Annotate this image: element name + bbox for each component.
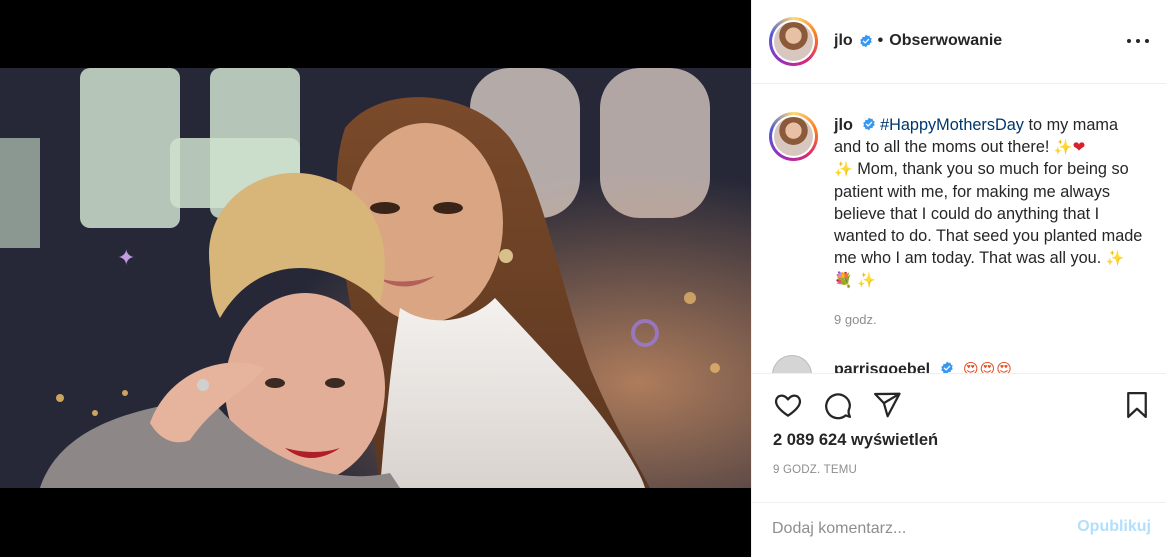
caption-timestamp[interactable]: 9 godz. bbox=[834, 312, 877, 327]
post-caption: jlo #HappyMothersDay to my mama and to a… bbox=[834, 114, 1144, 292]
bookmark-icon[interactable] bbox=[1120, 388, 1154, 422]
comment-input[interactable] bbox=[772, 516, 1062, 542]
hashtag-link[interactable]: #HappyMothersDay bbox=[880, 116, 1024, 134]
post-timestamp[interactable]: 9 GODZ. TEMU bbox=[773, 464, 857, 476]
post-actions: 2 089 624 wyświetleń 9 GODZ. TEMU bbox=[752, 373, 1166, 502]
post-media[interactable]: ✦ bbox=[0, 0, 751, 557]
caption-author-avatar[interactable] bbox=[769, 112, 818, 161]
share-icon[interactable] bbox=[870, 388, 904, 422]
comment-row: parrisgoebel 😍😍😍 bbox=[834, 360, 1013, 373]
comments-section: jlo #HappyMothersDay to my mama and to a… bbox=[752, 85, 1166, 373]
view-count[interactable]: 2 089 624 wyświetleń bbox=[773, 431, 938, 450]
post-photo[interactable]: ✦ bbox=[0, 68, 751, 488]
sparkles-emoji: ✨ bbox=[834, 160, 853, 179]
sparkles-emoji: ✨ bbox=[857, 271, 876, 290]
sparkles-emoji: ✨ bbox=[1105, 249, 1125, 268]
verified-badge-icon bbox=[941, 361, 954, 373]
bouquet-emoji: 💐 bbox=[834, 271, 853, 290]
commenter-username[interactable]: parrisgoebel bbox=[834, 361, 930, 373]
sparkles-emoji: ✨ bbox=[1053, 138, 1073, 157]
verified-badge-icon bbox=[859, 34, 872, 48]
heart-emoji: ❤ bbox=[1072, 138, 1086, 157]
separator-dot: • bbox=[877, 32, 884, 49]
commenter-avatar[interactable] bbox=[772, 355, 812, 373]
publish-button[interactable]: Opublikuj bbox=[1077, 518, 1151, 536]
comment-emojis: 😍😍😍 bbox=[962, 360, 1013, 373]
post-header: jlo • Obserwowanie bbox=[752, 0, 1166, 84]
author-line: jlo • Obserwowanie bbox=[834, 32, 1002, 50]
author-username[interactable]: jlo bbox=[834, 32, 853, 50]
caption-text-2: Mom, thank you so much for being so pati… bbox=[834, 160, 1143, 268]
comment-icon[interactable] bbox=[821, 388, 855, 422]
svg-text:✦: ✦ bbox=[117, 246, 135, 271]
caption-username[interactable]: jlo bbox=[834, 116, 853, 134]
post-sidebar: jlo • Obserwowanie jlo #HappyMothersDay … bbox=[751, 0, 1166, 557]
author-avatar[interactable] bbox=[769, 17, 818, 66]
verified-badge-icon bbox=[862, 117, 875, 131]
more-options-icon[interactable] bbox=[1127, 30, 1149, 52]
following-button[interactable]: Obserwowanie bbox=[889, 32, 1002, 50]
photo-illustration: ✦ bbox=[0, 68, 751, 488]
heart-icon[interactable] bbox=[771, 388, 805, 422]
add-comment-bar: Opublikuj bbox=[752, 502, 1166, 557]
